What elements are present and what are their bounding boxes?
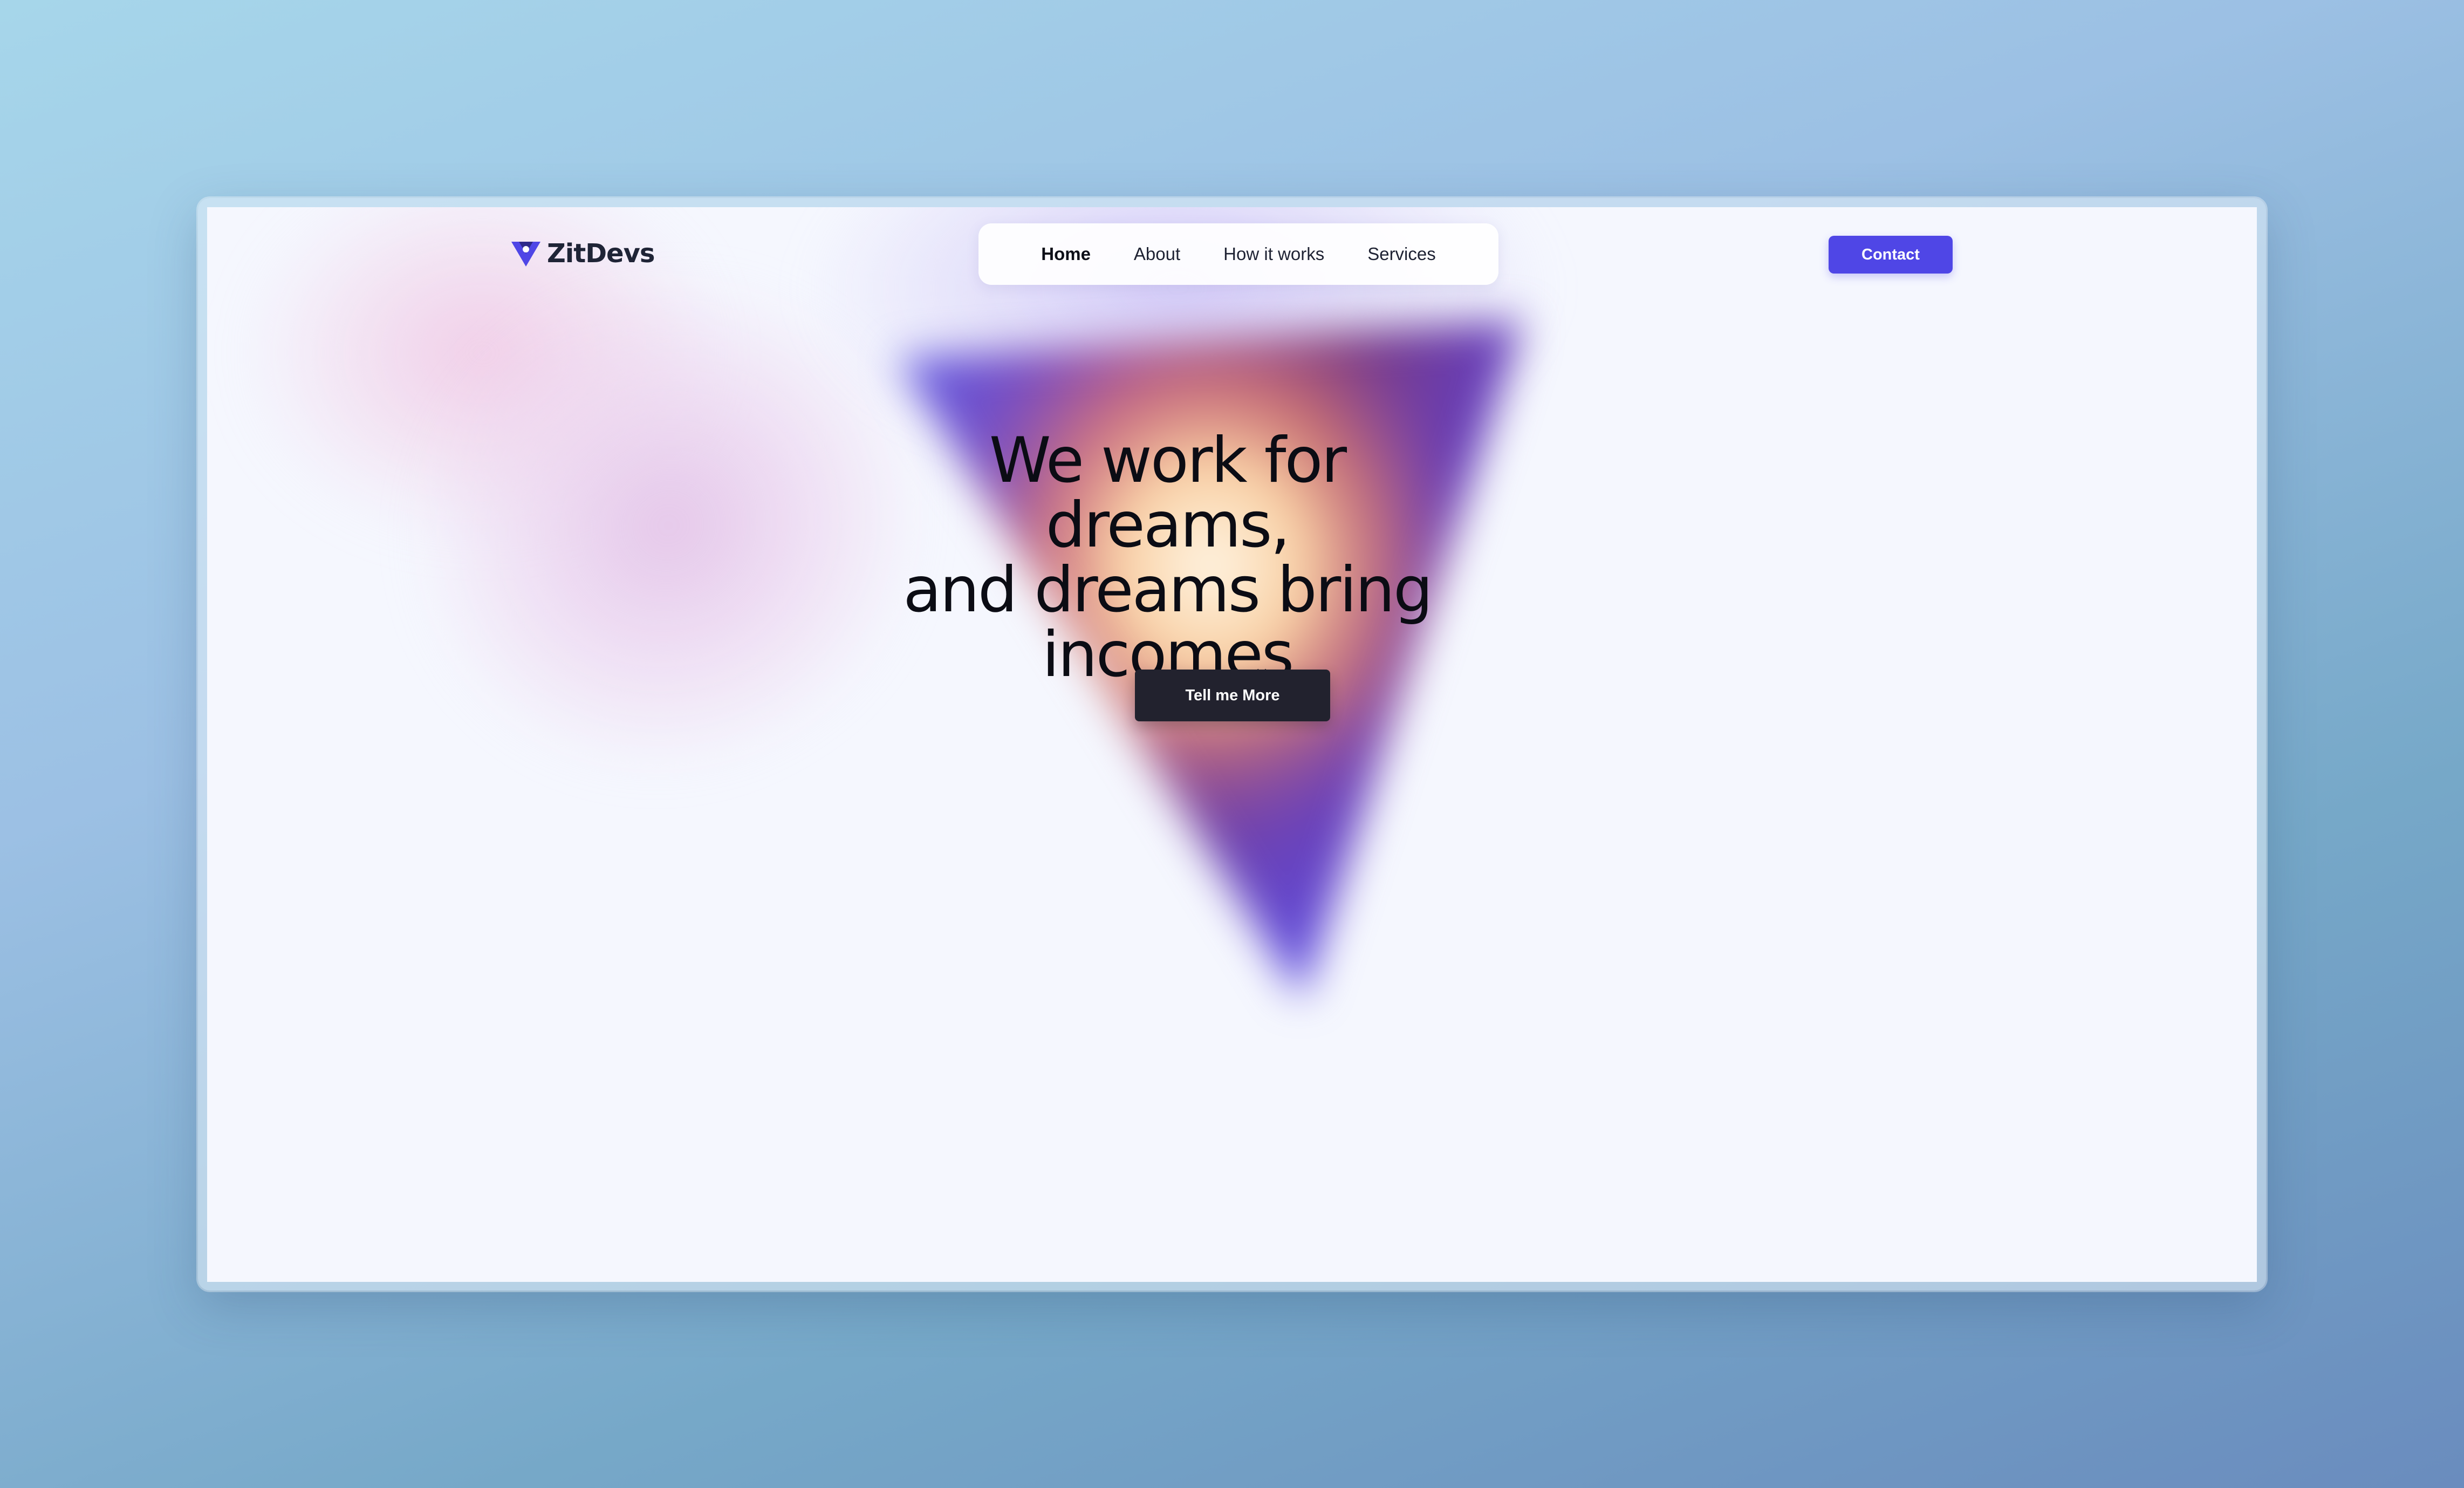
nav-item-how-it-works[interactable]: How it works bbox=[1223, 244, 1324, 264]
hero-title-line-2: and dreams bring bbox=[903, 554, 1433, 626]
main-navigation: Home About How it works Services bbox=[978, 223, 1498, 285]
triangle-logo-icon bbox=[510, 240, 542, 268]
hero-title: We work for dreams, and dreams bring incom… bbox=[898, 428, 1437, 687]
nav-item-home[interactable]: Home bbox=[1041, 244, 1091, 264]
contact-button[interactable]: Contact bbox=[1829, 236, 1953, 274]
nav-item-services[interactable]: Services bbox=[1367, 244, 1436, 264]
nav-item-about[interactable]: About bbox=[1134, 244, 1180, 264]
hero-title-line-1: We work for dreams, bbox=[989, 424, 1347, 562]
tell-me-more-button[interactable]: Tell me More bbox=[1135, 670, 1330, 721]
brand-logo[interactable]: ZitDevs bbox=[510, 238, 655, 269]
brand-name: ZitDevs bbox=[547, 238, 655, 269]
landing-page: ZitDevs Home About How it works Services… bbox=[207, 207, 2257, 1282]
